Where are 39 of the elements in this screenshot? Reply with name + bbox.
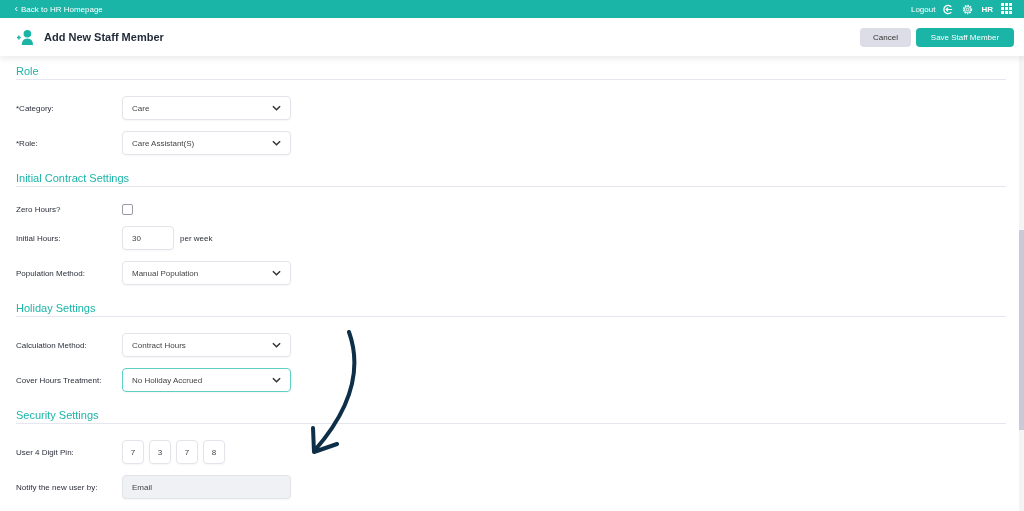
page-title: Add New Staff Member [44, 31, 164, 43]
field-label: *Role: [16, 138, 39, 148]
field-label: User 4 Digit Pin: [16, 447, 75, 457]
dropdown[interactable]: Care [122, 96, 291, 120]
section-heading: Role [16, 64, 1006, 80]
chevron-down-icon [272, 105, 281, 111]
settings-icon[interactable] [962, 3, 974, 15]
pin-digit-field[interactable]: 7 [122, 440, 144, 464]
readonly-field: Email [122, 475, 291, 499]
dropdown[interactable]: No Holiday Accrued [122, 368, 291, 392]
pin-digit-field[interactable]: 3 [149, 440, 171, 464]
cancel-button[interactable]: Cancel [860, 27, 911, 47]
checkbox[interactable] [122, 203, 133, 215]
input-field[interactable]: 30 [122, 226, 174, 250]
dropdown[interactable]: Manual Population [122, 261, 291, 285]
chevron-down-icon [272, 270, 281, 276]
chevron-down-icon [272, 342, 281, 348]
apps-grid-icon[interactable] [1001, 3, 1013, 15]
logout-icon[interactable] [943, 3, 955, 15]
section-heading: Holiday Settings [16, 301, 1006, 317]
chevron-down-icon [272, 140, 281, 146]
field-label: *Category: [16, 103, 55, 113]
field-label: Initial Hours: [16, 233, 62, 243]
dropdown[interactable]: Care Assistant(S) [122, 131, 291, 155]
field-label: Calculation Method: [16, 340, 88, 350]
unit-label: per week [180, 233, 213, 243]
dropdown[interactable]: Contract Hours [122, 333, 291, 357]
field-label: Zero Hours? [16, 204, 62, 214]
section-heading: Security Settings [16, 408, 1006, 424]
scrollbar[interactable] [1019, 56, 1024, 511]
chevron-left-icon [14, 6, 18, 12]
field-label: Cover Hours Treatment: [16, 375, 103, 385]
add-user-icon [16, 28, 35, 46]
section-heading: Initial Contract Settings [16, 171, 1006, 187]
chevron-down-icon [272, 377, 281, 383]
field-label: Population Method: [16, 268, 86, 278]
pin-digit-field[interactable]: 7 [176, 440, 198, 464]
pin-digit-field[interactable]: 8 [203, 440, 225, 464]
field-label: Notify the new user by: [16, 482, 99, 492]
